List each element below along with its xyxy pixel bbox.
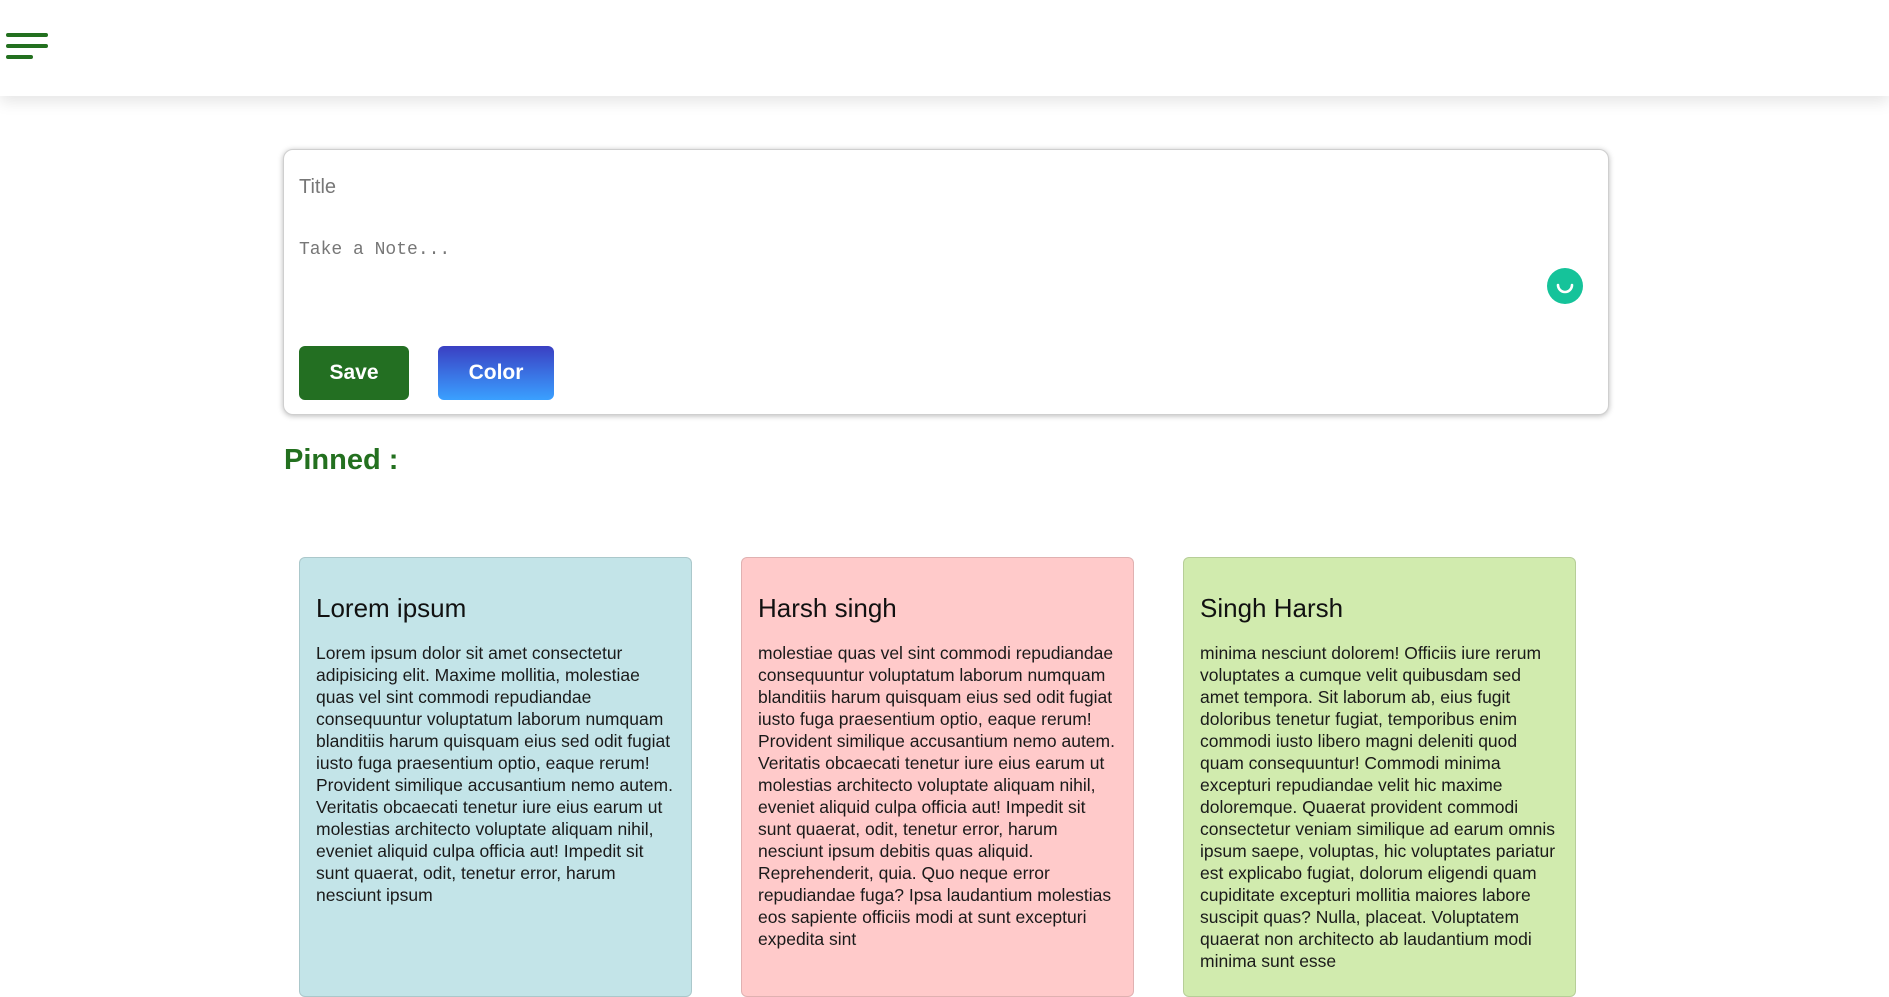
- note-title: Harsh singh: [758, 593, 897, 623]
- note-title: Singh Harsh: [1200, 593, 1344, 623]
- title-input[interactable]: [299, 172, 1499, 202]
- note-title: Lorem ipsum: [316, 593, 467, 623]
- note-input[interactable]: [299, 240, 1499, 300]
- note-card[interactable]: Harsh singh molestiae quas vel sint comm…: [741, 557, 1134, 997]
- top-bar: [0, 0, 1889, 96]
- note-body: Lorem ipsum dolor sit amet consectetur a…: [316, 643, 673, 905]
- note-body: minima nesciunt dolorem! Officiis iure r…: [1200, 643, 1556, 971]
- pinned-heading: Pinned :: [284, 444, 399, 476]
- note-body: molestiae quas vel sint commodi repudian…: [758, 643, 1115, 949]
- note-card[interactable]: Singh Harsh minima nesciunt dolorem! Off…: [1183, 557, 1576, 997]
- save-button[interactable]: Save: [299, 346, 409, 400]
- hamburger-menu-icon[interactable]: [6, 33, 48, 61]
- note-composer: Save Color: [283, 149, 1609, 415]
- note-card[interactable]: Lorem ipsum Lorem ipsum dolor sit amet c…: [299, 557, 692, 997]
- grammarly-icon[interactable]: [1547, 268, 1583, 304]
- color-button[interactable]: Color: [438, 346, 554, 400]
